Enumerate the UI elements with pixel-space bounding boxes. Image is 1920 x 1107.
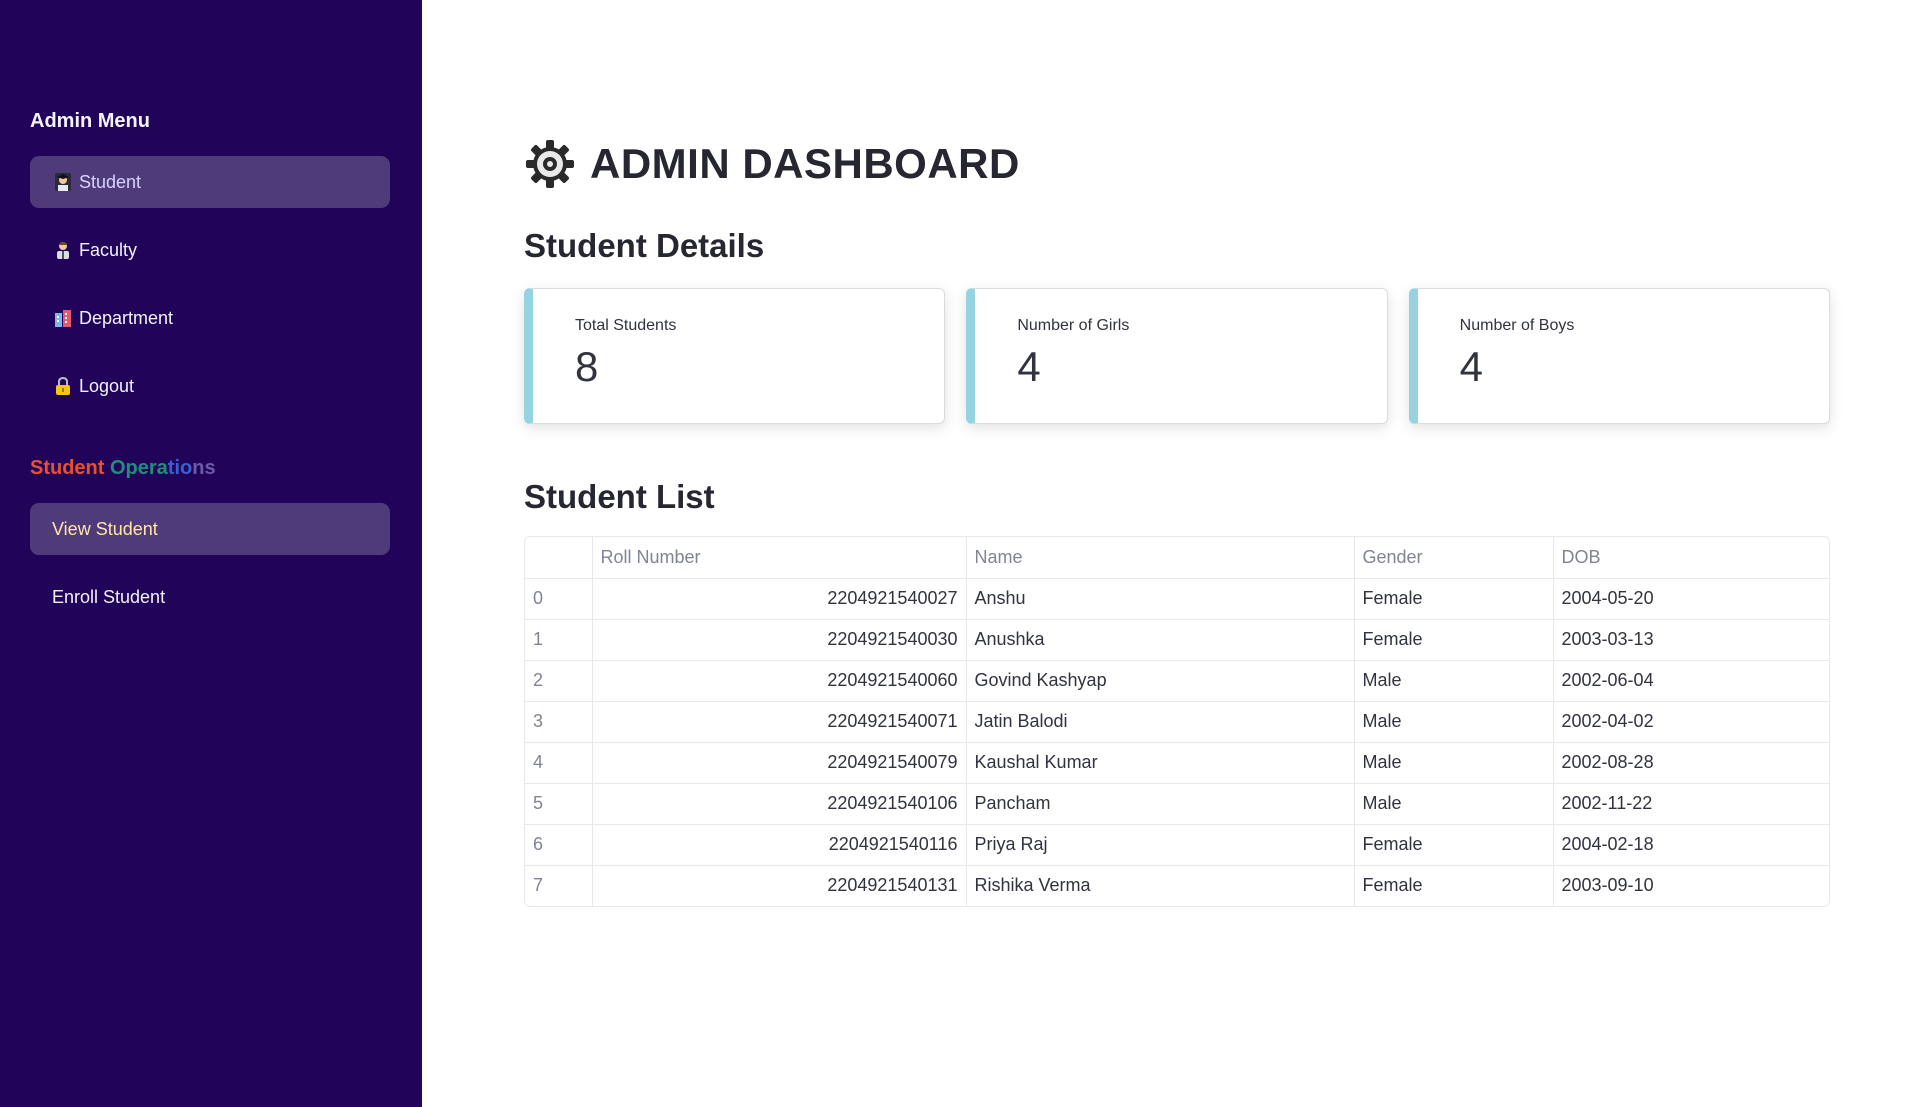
roll-number-cell[interactable]: 2204921540027	[592, 578, 967, 620]
name-cell[interactable]: Jatin Balodi	[966, 701, 1355, 743]
ops-item-label: View Student	[52, 518, 158, 539]
table-row: 5 2204921540106 Pancham Male 2002-11-22	[525, 783, 1829, 825]
dob-cell[interactable]: 2003-03-13	[1553, 619, 1829, 661]
sidebar-item-label: Student	[79, 171, 142, 192]
gender-cell[interactable]: Male	[1354, 742, 1554, 784]
metric-number-of-girls: Number of Girls 4	[966, 288, 1388, 424]
page-title-text: ADMIN DASHBOARD	[590, 140, 1020, 187]
gear-icon	[526, 140, 574, 188]
sidebar-item-label: Department	[79, 307, 174, 328]
sidebar-item-faculty[interactable]: Faculty	[30, 224, 390, 276]
ops-heading-part: Student	[30, 457, 105, 479]
sidebar: Admin Menu Student Faculty Department Lo…	[0, 0, 422, 1107]
roll-number-cell[interactable]: 2204921540071	[592, 701, 967, 743]
name-cell[interactable]: Anushka	[966, 619, 1355, 661]
sidebar-item-label: Faculty	[79, 239, 138, 260]
ops-heading-part: Opera	[104, 457, 168, 479]
ops-heading-part: ns	[192, 457, 216, 479]
student-operations-heading: Student Operations	[30, 457, 216, 480]
gender-cell[interactable]: Male	[1354, 660, 1554, 702]
page-title: ADMIN DASHBOARD	[524, 138, 1020, 190]
admin-menu-list: Student Faculty Department Logout	[30, 156, 390, 428]
enroll-student-button[interactable]: Enroll Student	[30, 571, 390, 623]
row-index-cell[interactable]: 7	[525, 865, 593, 906]
building-icon	[54, 308, 72, 328]
row-index-cell[interactable]: 1	[525, 619, 593, 661]
roll-number-cell[interactable]: 2204921540116	[592, 824, 967, 866]
row-index-cell[interactable]: 2	[525, 660, 593, 702]
admin-menu-heading: Admin Menu	[30, 110, 150, 132]
roll-number-cell[interactable]: 2204921540060	[592, 660, 967, 702]
name-cell[interactable]: Pancham	[966, 783, 1355, 825]
column-header-gender[interactable]: Gender	[1354, 537, 1554, 579]
student-table[interactable]: Roll Number Name Gender DOB 0 2204921540…	[524, 536, 1830, 907]
table-row: 2 2204921540060 Govind Kashyap Male 2002…	[525, 660, 1829, 702]
metric-label: Number of Girls	[1017, 317, 1130, 334]
metric-value: 8	[575, 343, 599, 390]
dob-cell[interactable]: 2003-09-10	[1553, 865, 1829, 906]
student-operations-list: View Student Enroll Student	[30, 503, 390, 639]
table-row: 4 2204921540079 Kaushal Kumar Male 2002-…	[525, 742, 1829, 784]
name-cell[interactable]: Rishika Verma	[966, 865, 1355, 906]
dob-cell[interactable]: 2002-11-22	[1553, 783, 1829, 825]
name-cell[interactable]: Anshu	[966, 578, 1355, 620]
row-index-cell[interactable]: 6	[525, 824, 593, 866]
sidebar-item-logout[interactable]: Logout	[30, 360, 390, 412]
metric-value: 4	[1017, 343, 1041, 390]
table-row: 0 2204921540027 Anshu Female 2004-05-20	[525, 578, 1829, 620]
table-row: 7 2204921540131 Rishika Verma Female 200…	[525, 865, 1829, 906]
row-index-cell[interactable]: 5	[525, 783, 593, 825]
teacher-icon	[54, 240, 72, 260]
student-details-heading: Student Details	[524, 227, 765, 264]
roll-number-cell[interactable]: 2204921540079	[592, 742, 967, 784]
dob-cell[interactable]: 2004-05-20	[1553, 578, 1829, 620]
view-student-button[interactable]: View Student	[30, 503, 390, 555]
roll-number-cell[interactable]: 2204921540030	[592, 619, 967, 661]
sidebar-item-label: Logout	[79, 375, 135, 396]
sidebar-item-student[interactable]: Student	[30, 156, 390, 208]
metrics-row: Total Students 8 Number of Girls 4 Numbe…	[524, 288, 1830, 424]
dob-cell[interactable]: 2002-08-28	[1553, 742, 1829, 784]
table-row: 1 2204921540030 Anushka Female 2003-03-1…	[525, 619, 1829, 661]
table-row: 6 2204921540116 Priya Raj Female 2004-02…	[525, 824, 1829, 866]
name-cell[interactable]: Kaushal Kumar	[966, 742, 1355, 784]
roll-number-cell[interactable]: 2204921540131	[592, 865, 967, 906]
gender-cell[interactable]: Female	[1354, 578, 1554, 620]
column-header-roll-number[interactable]: Roll Number	[592, 537, 967, 579]
metric-value: 4	[1459, 343, 1484, 390]
dob-cell[interactable]: 2004-02-18	[1553, 824, 1829, 866]
dob-cell[interactable]: 2002-04-02	[1553, 701, 1829, 743]
metric-total-students: Total Students 8	[524, 288, 946, 424]
lock-icon	[54, 376, 72, 396]
gender-cell[interactable]: Female	[1354, 865, 1554, 906]
column-header-index[interactable]	[525, 537, 593, 579]
row-index-cell[interactable]: 4	[525, 742, 593, 784]
dob-cell[interactable]: 2002-06-04	[1553, 660, 1829, 702]
roll-number-cell[interactable]: 2204921540106	[592, 783, 967, 825]
column-header-name[interactable]: Name	[966, 537, 1355, 579]
sidebar-item-department[interactable]: Department	[30, 292, 390, 344]
name-cell[interactable]: Priya Raj	[966, 824, 1355, 866]
metric-label: Total Students	[575, 317, 677, 334]
main-content: ADMIN DASHBOARD Student Details Total St…	[422, 0, 1920, 1103]
gender-cell[interactable]: Male	[1354, 783, 1554, 825]
table-row: 3 2204921540071 Jatin Balodi Male 2002-0…	[525, 701, 1829, 743]
gender-cell[interactable]: Female	[1354, 619, 1554, 661]
row-index-cell[interactable]: 3	[525, 701, 593, 743]
student-list-heading: Student List	[524, 478, 715, 515]
gender-cell[interactable]: Female	[1354, 824, 1554, 866]
ops-heading-part: tio	[167, 457, 193, 479]
metric-label: Number of Boys	[1459, 317, 1575, 334]
gender-cell[interactable]: Male	[1354, 701, 1554, 743]
ops-item-label: Enroll Student	[52, 586, 166, 607]
student-icon	[54, 172, 72, 192]
row-index-cell[interactable]: 0	[525, 578, 593, 620]
name-cell[interactable]: Govind Kashyap	[966, 660, 1355, 702]
column-header-dob[interactable]: DOB	[1553, 537, 1829, 579]
table-header-row: Roll Number Name Gender DOB	[525, 537, 1829, 579]
metric-number-of-boys: Number of Boys 4	[1408, 288, 1830, 424]
